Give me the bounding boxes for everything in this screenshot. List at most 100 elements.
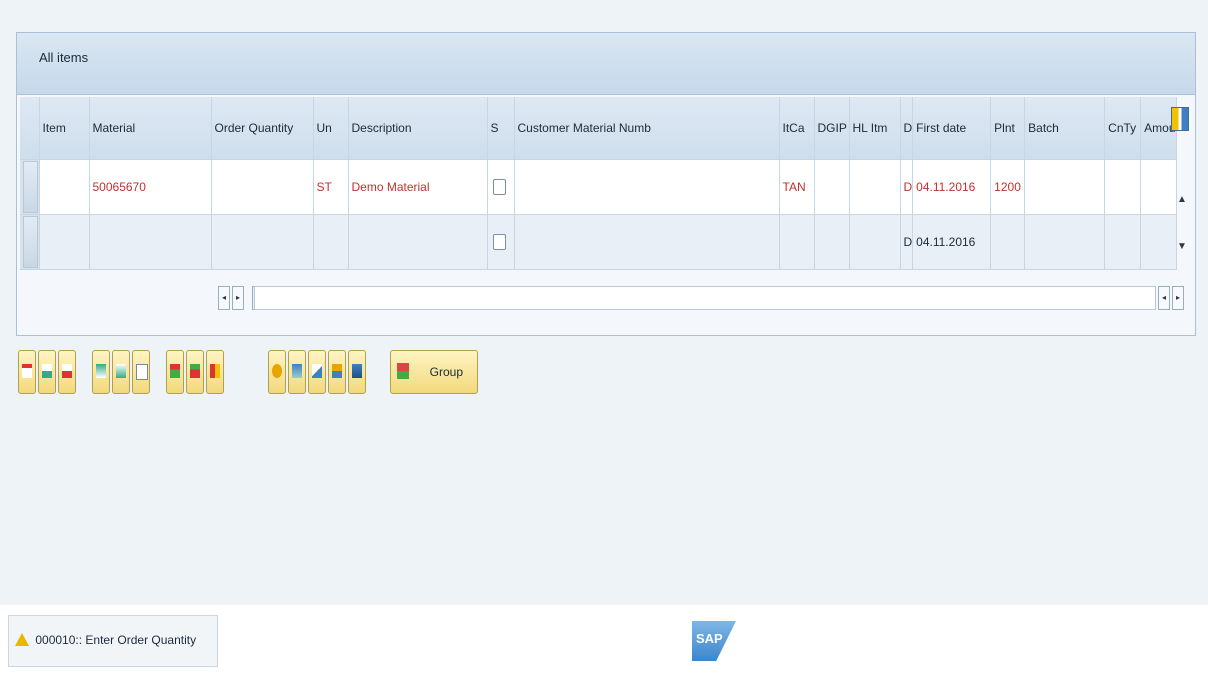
- configure-icon: [170, 364, 180, 378]
- items-table: Item Material Order Quantity Un Descript…: [20, 97, 1178, 270]
- col-header-itca[interactable]: ItCa: [779, 97, 815, 160]
- insert-row-button[interactable]: [38, 350, 56, 394]
- cell-description[interactable]: [348, 214, 488, 270]
- cell-batch[interactable]: [1024, 214, 1106, 270]
- cell-unit[interactable]: ST: [313, 159, 349, 215]
- cell-hl-itm[interactable]: [849, 159, 901, 215]
- cell-cnty[interactable]: [1104, 159, 1142, 215]
- cell-hl-itm[interactable]: [849, 214, 901, 270]
- sum-button[interactable]: [348, 350, 366, 394]
- col-header-customer-material[interactable]: Customer Material Numb: [514, 97, 780, 160]
- col-header-s[interactable]: S: [487, 97, 515, 160]
- configure-button[interactable]: [166, 350, 184, 394]
- col-header-cnty[interactable]: CnTy: [1104, 97, 1142, 160]
- select-block-button[interactable]: [112, 350, 130, 394]
- cell-dgip[interactable]: [814, 159, 850, 215]
- row-checkbox[interactable]: [492, 233, 506, 250]
- find-icon: [292, 364, 302, 378]
- select-all-button[interactable]: [92, 350, 110, 394]
- cell-cnty[interactable]: [1104, 214, 1142, 270]
- cell-itca[interactable]: [779, 214, 815, 270]
- status-message[interactable]: 000010:: Enter Order Quantity: [8, 615, 218, 667]
- vertical-scrollbar[interactable]: ▲ ▼: [1173, 158, 1191, 268]
- cell-item[interactable]: [39, 214, 90, 270]
- col-header-item[interactable]: Item: [39, 97, 90, 160]
- table-row[interactable]: 50065670 ST Demo Material TAN D 04.11.20…: [20, 159, 1178, 215]
- filter-button[interactable]: [268, 350, 286, 394]
- cell-batch[interactable]: [1024, 159, 1106, 215]
- cell-plnt[interactable]: [990, 214, 1026, 270]
- row-selector[interactable]: [20, 159, 40, 215]
- cell-order-quantity[interactable]: [211, 159, 314, 215]
- column-settings-icon[interactable]: [1171, 107, 1189, 131]
- cell-s: [487, 159, 515, 215]
- sort-icon: [332, 364, 342, 378]
- footer-bar: 000010:: Enter Order Quantity SAP: [0, 605, 1208, 677]
- edit-button[interactable]: [308, 350, 326, 394]
- scroll-right-icon[interactable]: ▸: [1172, 286, 1184, 310]
- deselect-all-icon: [136, 364, 148, 380]
- find-button[interactable]: [288, 350, 306, 394]
- cell-material[interactable]: [89, 214, 212, 270]
- cell-s: [487, 214, 515, 270]
- col-header-plnt[interactable]: Plnt: [990, 97, 1026, 160]
- table-header-row: Item Material Order Quantity Un Descript…: [20, 97, 1178, 160]
- cell-customer-material[interactable]: [514, 214, 780, 270]
- group-button[interactable]: Group: [390, 350, 478, 394]
- cell-amount[interactable]: [1140, 214, 1178, 270]
- horizontal-scroll-track[interactable]: [254, 286, 1156, 310]
- details-button[interactable]: [18, 350, 36, 394]
- sap-logo: SAP: [692, 621, 736, 661]
- sort-button[interactable]: [328, 350, 346, 394]
- warning-icon: [15, 633, 29, 646]
- scroll-right-icon[interactable]: ▸: [232, 286, 244, 310]
- scroll-left-icon[interactable]: ◂: [1158, 286, 1170, 310]
- col-header-description[interactable]: Description: [348, 97, 488, 160]
- col-header-hl-itm[interactable]: HL Itm: [849, 97, 901, 160]
- row-selector[interactable]: [20, 214, 40, 270]
- cell-first-date[interactable]: 04.11.2016: [912, 214, 992, 270]
- filter-icon: [272, 364, 282, 378]
- col-header-batch[interactable]: Batch: [1024, 97, 1106, 160]
- explode-button[interactable]: [186, 350, 204, 394]
- col-header-unit[interactable]: Un: [313, 97, 349, 160]
- cell-unit[interactable]: [313, 214, 349, 270]
- cell-d[interactable]: D: [900, 214, 914, 270]
- col-header-first-date[interactable]: First date: [912, 97, 992, 160]
- group-icon: [397, 363, 409, 379]
- table-row[interactable]: D 04.11.2016: [20, 214, 1178, 270]
- select-all-icon: [96, 364, 106, 378]
- select-block-icon: [116, 364, 126, 378]
- all-items-panel: All items Item Material Order Quantity U…: [16, 32, 1196, 336]
- cell-first-date[interactable]: 04.11.2016: [912, 159, 992, 215]
- col-header-d[interactable]: D: [900, 97, 914, 160]
- cell-itca[interactable]: TAN: [779, 159, 815, 215]
- col-header-dgip[interactable]: DGIP: [814, 97, 850, 160]
- deselect-all-button[interactable]: [132, 350, 150, 394]
- group-button-label: Group: [429, 365, 463, 379]
- details-icon: [22, 364, 32, 378]
- cell-order-quantity[interactable]: [211, 214, 314, 270]
- col-header-select[interactable]: [20, 97, 40, 160]
- cell-amount[interactable]: [1140, 159, 1178, 215]
- delete-row-button[interactable]: [58, 350, 76, 394]
- scroll-down-icon[interactable]: ▼: [1173, 241, 1191, 252]
- cell-item[interactable]: [39, 159, 90, 215]
- scroll-up-icon[interactable]: ▲: [1173, 194, 1191, 205]
- insert-row-icon: [42, 364, 52, 378]
- row-checkbox[interactable]: [492, 178, 506, 195]
- horizontal-scroll-area: ◂ ▸ ◂ ▸: [20, 273, 1192, 321]
- col-header-material[interactable]: Material: [89, 97, 212, 160]
- cell-dgip[interactable]: [814, 214, 850, 270]
- panel-title: All items: [17, 33, 1195, 95]
- cell-plnt[interactable]: 1200: [990, 159, 1026, 215]
- col-header-order-quantity[interactable]: Order Quantity: [211, 97, 314, 160]
- delete-row-icon: [62, 364, 72, 378]
- pricing-button[interactable]: [206, 350, 224, 394]
- cell-description[interactable]: Demo Material: [348, 159, 488, 215]
- scroll-left-icon[interactable]: ◂: [218, 286, 230, 310]
- edit-icon: [312, 364, 322, 378]
- cell-material[interactable]: 50065670: [89, 159, 212, 215]
- cell-customer-material[interactable]: [514, 159, 780, 215]
- cell-d[interactable]: D: [900, 159, 914, 215]
